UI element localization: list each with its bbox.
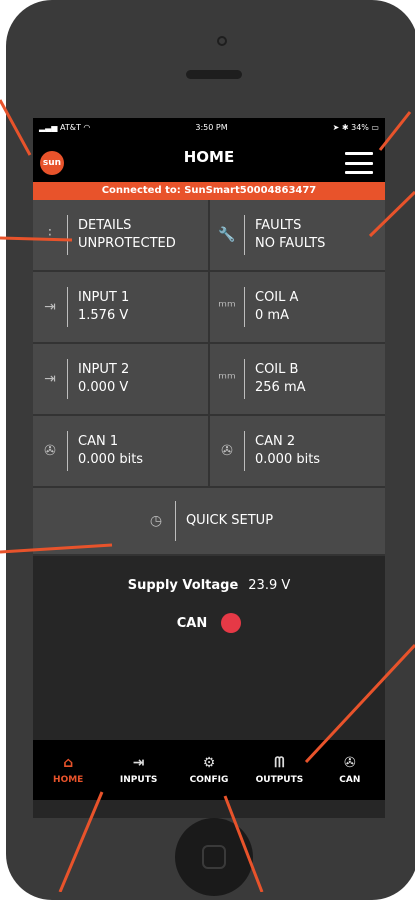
can-icon: ✇ bbox=[221, 443, 233, 459]
supply-voltage-label: Supply Voltage bbox=[127, 578, 239, 593]
bluetooth-icon: ✱ bbox=[341, 122, 352, 132]
nav-home[interactable]: ⌂ HOME bbox=[33, 740, 103, 800]
bottom-nav: ⌂ HOME ⇥ INPUTS ⚙ CONFIG ᗰ OUTPUTS ✇ CAN bbox=[33, 740, 385, 800]
tile-value: 0.000 V bbox=[78, 380, 129, 395]
tile-label: CAN 2 bbox=[255, 434, 296, 449]
details-tile[interactable]: ⋮ DETAILS UNPROTECTED bbox=[33, 200, 208, 270]
tile-value: UNPROTECTED bbox=[78, 236, 176, 251]
status-grid: ⋮ DETAILS UNPROTECTED 🔧 FAULTS NO FAULTS ⇥… bbox=[33, 200, 385, 556]
divider bbox=[244, 215, 245, 255]
tile-label: COIL A bbox=[255, 290, 299, 305]
wifi-icon: ◠ bbox=[80, 122, 91, 132]
tile-label: INPUT 2 bbox=[78, 362, 130, 377]
quick-setup-label: QUICK SETUP bbox=[185, 513, 274, 528]
supply-voltage-value: 23.9 V bbox=[248, 578, 291, 593]
tile-value: 1.576 V bbox=[78, 308, 129, 323]
grid-row: ⋮ DETAILS UNPROTECTED 🔧 FAULTS NO FAULTS bbox=[33, 200, 385, 272]
page-title: HOME bbox=[183, 148, 235, 166]
nav-outputs[interactable]: ᗰ OUTPUTS bbox=[244, 740, 314, 800]
signal-icon: ▂▃▅ bbox=[39, 122, 60, 132]
nav-label: CAN bbox=[339, 775, 361, 785]
tile-value: 256 mA bbox=[255, 380, 306, 395]
carrier-label: ▂▃▅ AT&T ◠ bbox=[39, 123, 90, 132]
input-icon: ⇥ bbox=[44, 371, 56, 387]
outputs-icon: ᗰ bbox=[274, 755, 285, 771]
camera bbox=[217, 36, 227, 46]
grid-row: ⇥ INPUT 2 0.000 V ᵐᵐ COIL B 256 mA bbox=[33, 344, 385, 416]
nav-config[interactable]: ⚙ CONFIG bbox=[174, 740, 244, 800]
gear-icon: ⚙ bbox=[202, 755, 216, 771]
divider bbox=[67, 431, 68, 471]
divider bbox=[67, 287, 68, 327]
can-status: CAN bbox=[33, 613, 385, 633]
app-header: sun HOME bbox=[33, 136, 385, 182]
hamburger-menu-icon[interactable] bbox=[345, 152, 373, 174]
can-2-tile[interactable]: ✇ CAN 2 0.000 bits bbox=[208, 416, 385, 486]
timer-icon: ◷ bbox=[149, 513, 163, 529]
quick-setup-button[interactable]: ◷ QUICK SETUP bbox=[33, 488, 385, 556]
divider bbox=[244, 287, 245, 327]
tile-value: 0 mA bbox=[255, 308, 289, 323]
nav-label: CONFIG bbox=[189, 775, 229, 785]
battery-icon: ▭ bbox=[368, 122, 379, 132]
coil-a-tile[interactable]: ᵐᵐ COIL A 0 mA bbox=[208, 272, 385, 342]
divider bbox=[244, 359, 245, 399]
coil-b-tile[interactable]: ᵐᵐ COIL B 256 mA bbox=[208, 344, 385, 414]
battery-percent: 34% bbox=[351, 122, 369, 132]
input-icon: ⇥ bbox=[132, 755, 145, 771]
coil-icon: ᵐᵐ bbox=[218, 371, 236, 387]
divider bbox=[174, 501, 176, 541]
tile-label: DETAILS bbox=[78, 218, 132, 233]
speaker bbox=[186, 70, 242, 79]
tile-label: COIL B bbox=[255, 362, 299, 377]
nav-label: OUTPUTS bbox=[255, 775, 304, 785]
home-icon: ⌂ bbox=[63, 755, 74, 771]
tile-value: 0.000 bits bbox=[255, 452, 321, 467]
input-icon: ⇥ bbox=[44, 299, 56, 315]
wrench-icon: 🔧 bbox=[218, 227, 236, 243]
faults-tile[interactable]: 🔧 FAULTS NO FAULTS bbox=[208, 200, 385, 270]
divider bbox=[67, 359, 68, 399]
carrier-text: AT&T bbox=[60, 122, 81, 132]
status-bar: ▂▃▅ AT&T ◠ 3:50 PM ➤ ✱ 34% ▭ bbox=[33, 118, 385, 136]
nav-label: HOME bbox=[53, 775, 84, 785]
status-time: 3:50 PM bbox=[195, 122, 228, 132]
tile-label: CAN 1 bbox=[78, 434, 119, 449]
tile-label: FAULTS bbox=[255, 218, 302, 233]
can-1-tile[interactable]: ✇ CAN 1 0.000 bits bbox=[33, 416, 208, 486]
tile-label: INPUT 1 bbox=[78, 290, 130, 305]
coil-icon: ᵐᵐ bbox=[218, 299, 236, 315]
divider bbox=[244, 431, 245, 471]
input-2-tile[interactable]: ⇥ INPUT 2 0.000 V bbox=[33, 344, 208, 414]
app-screen: ▂▃▅ AT&T ◠ 3:50 PM ➤ ✱ 34% ▭ sun HOME Co… bbox=[33, 118, 385, 818]
can-icon: ✇ bbox=[343, 755, 356, 771]
connection-banner: Connected to: SunSmart50004863477 bbox=[33, 182, 385, 200]
tile-value: 0.000 bits bbox=[78, 452, 144, 467]
battery-status: ➤ ✱ 34% ▭ bbox=[333, 123, 379, 132]
more-vertical-icon: ⋮ bbox=[43, 227, 57, 243]
supply-voltage: Supply Voltage 23.9 V bbox=[33, 578, 385, 593]
location-icon: ➤ bbox=[332, 122, 342, 132]
phone-home-button bbox=[175, 818, 253, 896]
divider bbox=[67, 215, 68, 255]
can-status-label: CAN bbox=[176, 615, 208, 631]
grid-row: ⇥ INPUT 1 1.576 V ᵐᵐ COIL A 0 mA bbox=[33, 272, 385, 344]
input-1-tile[interactable]: ⇥ INPUT 1 1.576 V bbox=[33, 272, 208, 342]
nav-inputs[interactable]: ⇥ INPUTS bbox=[103, 740, 173, 800]
tile-value: NO FAULTS bbox=[255, 236, 326, 251]
nav-label: INPUTS bbox=[119, 775, 158, 785]
nav-can[interactable]: ✇ CAN bbox=[315, 740, 385, 800]
can-icon: ✇ bbox=[44, 443, 56, 459]
grid-row: ✇ CAN 1 0.000 bits ✇ CAN 2 0.000 bits bbox=[33, 416, 385, 488]
can-status-indicator bbox=[221, 613, 242, 633]
